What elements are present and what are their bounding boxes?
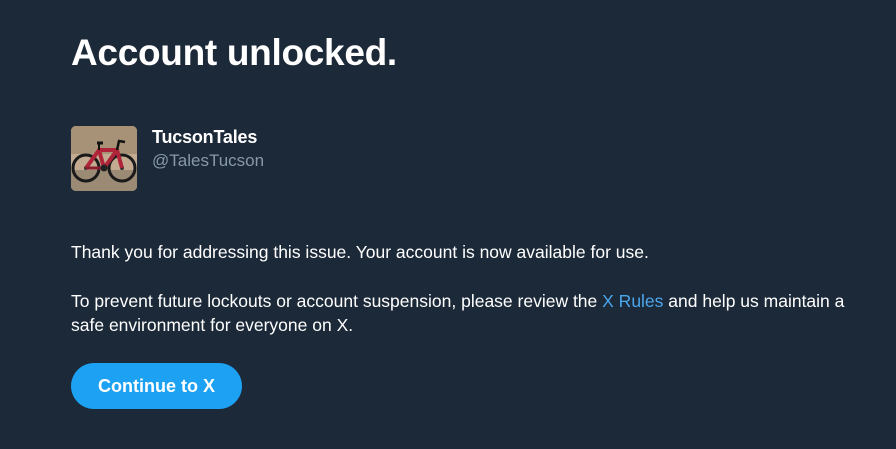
message-body: Thank you for addressing this issue. You…: [71, 240, 861, 337]
username-handle: @TalesTucson: [152, 151, 265, 170]
display-name: TucsonTales: [152, 127, 258, 147]
rules-reminder-text: To prevent future lockouts or account su…: [71, 289, 861, 337]
account-card: TucsonTales @TalesTucson: [71, 126, 471, 191]
confirmation-text: Thank you for addressing this issue. You…: [71, 242, 649, 262]
page-title: Account unlocked.: [71, 32, 397, 73]
x-rules-link[interactable]: X Rules: [602, 291, 663, 311]
continue-button[interactable]: Continue to X: [71, 363, 242, 409]
rules-text-before: To prevent future lockouts or account su…: [71, 291, 603, 311]
bicycle-photo-icon: [71, 126, 137, 191]
avatar: [71, 126, 137, 191]
